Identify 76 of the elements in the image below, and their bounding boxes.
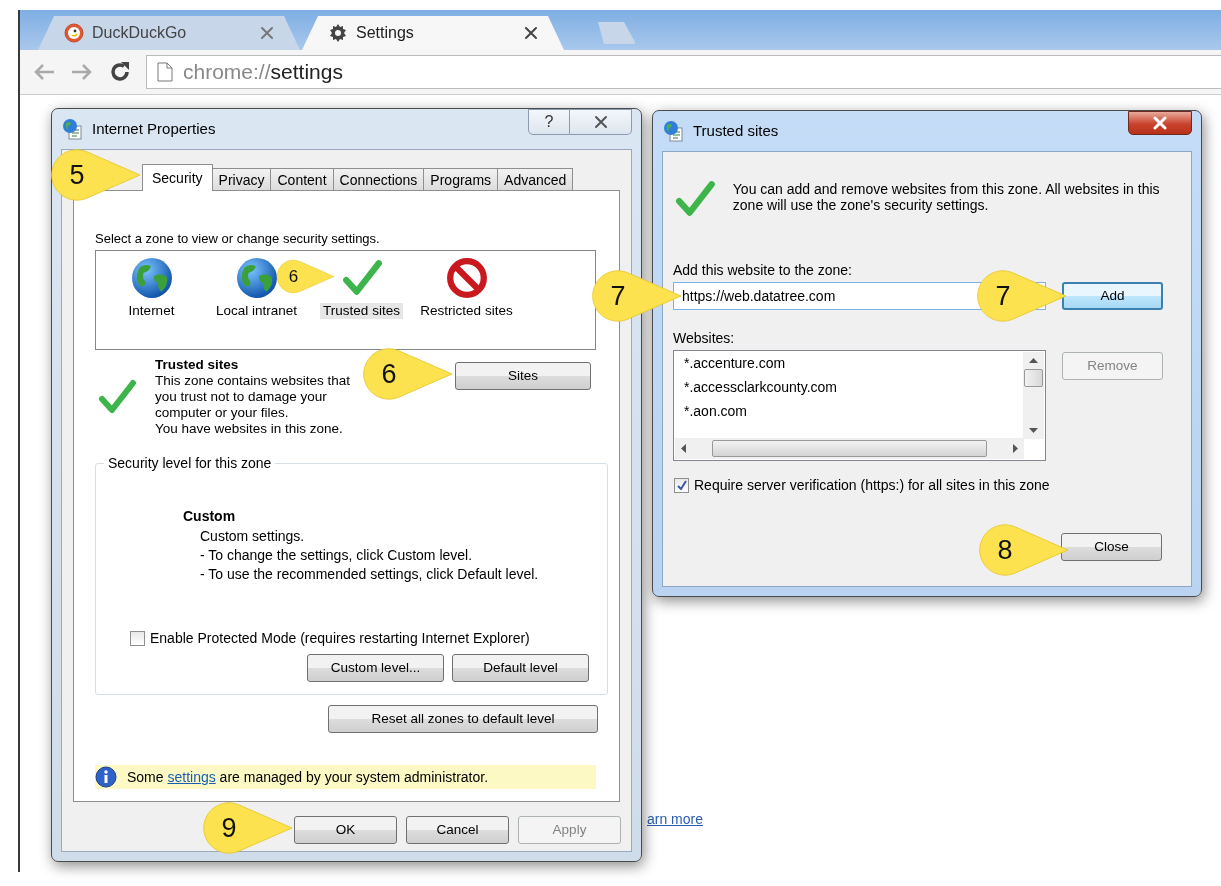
website-item[interactable]: *.aon.com: [674, 399, 1045, 423]
zone-label[interactable]: Restricted sites: [417, 303, 516, 319]
button[interactable]: Add: [1062, 282, 1163, 310]
intro-text: You can add and remove websites from this zone. All websites in this zone will use the zone's security settings.: [732, 181, 1161, 215]
step-callout: 6: [276, 258, 334, 294]
dialog-tab[interactable]: Privacy: [211, 168, 272, 190]
horizontal-scrollbar[interactable]: [675, 438, 1024, 459]
button[interactable]: Sites: [455, 362, 591, 390]
gear-icon: [328, 23, 348, 43]
website-item[interactable]: *.accessclarkcounty.com: [674, 375, 1045, 399]
close-icon: [592, 115, 609, 129]
browser-tab[interactable]: Settings: [302, 16, 564, 50]
checkbox-label: Enable Protected Mode (requires restarting Internet Explorer): [150, 630, 530, 646]
step-callout: 6: [362, 347, 452, 401]
no-entry-icon[interactable]: [445, 257, 488, 299]
scroll-right-icon[interactable]: [1013, 444, 1018, 453]
step-callout: 7: [976, 269, 1066, 323]
button[interactable]: Default level: [452, 654, 589, 682]
window-title: Internet Properties: [92, 121, 216, 137]
checkbox[interactable]: [674, 477, 689, 493]
level-description: - To use the recommended settings, click Default level.: [200, 565, 540, 584]
globe-icon[interactable]: [130, 257, 173, 299]
level-description: - To change the settings, click Custom level.: [200, 546, 474, 565]
button[interactable]: Cancel: [406, 816, 509, 844]
zone-label[interactable]: Internet: [125, 303, 178, 319]
tab-close-button[interactable]: [524, 26, 538, 40]
globe-document-icon: [62, 118, 84, 140]
zone-label[interactable]: Local intranet: [212, 303, 301, 319]
button[interactable]: Close: [1061, 533, 1162, 561]
vertical-scrollbar[interactable]: [1023, 352, 1044, 439]
button[interactable]: OK: [294, 816, 397, 844]
zone-label[interactable]: Trusted sites: [320, 303, 403, 319]
browser-tab[interactable]: DuckDuckGo: [38, 16, 300, 50]
scroll-thumb[interactable]: [1024, 368, 1043, 387]
button[interactable]: Custom level...: [307, 654, 444, 682]
zone-description: This zone contains websites that you trust not to damage your computer or your files.: [155, 373, 352, 421]
checkmark-icon: [676, 479, 687, 491]
level-description: Custom settings.: [200, 527, 306, 546]
page-icon: [157, 62, 173, 82]
field-label: Add this website to the zone:: [673, 262, 853, 278]
close-icon: [1152, 116, 1168, 130]
checkbox-label: Require server verification (https:) for all sites in this zone: [694, 477, 1050, 493]
globe-document-icon: [663, 120, 685, 142]
reload-button[interactable]: [108, 60, 132, 84]
zone-prompt: Select a zone to view or change security settings.: [95, 231, 381, 247]
info-message: Some settings are managed by your system administrator.: [127, 769, 489, 785]
dialog-tab[interactable]: Advanced: [497, 168, 574, 190]
website-item[interactable]: *.accenture.com: [674, 351, 1045, 375]
close-button[interactable]: [1128, 111, 1192, 135]
button[interactable]: Reset all zones to default level: [328, 705, 598, 733]
zone-note: You have websites in this zone.: [155, 421, 344, 437]
learn-more-link[interactable]: arn more: [647, 811, 704, 827]
scroll-up-icon[interactable]: [1029, 358, 1038, 363]
step-callout: 5: [50, 148, 140, 202]
address-bar[interactable]: chrome://settings: [146, 55, 1221, 89]
duck-favicon-icon: [64, 23, 84, 43]
window-title: Trusted sites: [693, 123, 779, 139]
checkbox[interactable]: [130, 630, 145, 646]
dialog-tab[interactable]: Connections: [332, 168, 425, 190]
settings-link[interactable]: settings: [167, 769, 216, 785]
info-icon: [95, 766, 117, 788]
step-callout: 8: [978, 523, 1068, 577]
dialog-tab[interactable]: Security: [142, 164, 213, 191]
close-button[interactable]: [570, 109, 632, 135]
level-name: Custom: [183, 508, 237, 524]
step-callout: 9: [202, 801, 292, 855]
dialog-tab[interactable]: Content: [270, 168, 334, 190]
group-label: Security level for this zone: [104, 455, 276, 471]
globe-icon[interactable]: [235, 257, 278, 299]
field-label: Websites:: [673, 330, 736, 346]
help-button[interactable]: ?: [528, 109, 570, 135]
zone-title: Trusted sites: [155, 357, 240, 373]
scroll-thumb[interactable]: [712, 440, 987, 457]
scroll-down-icon[interactable]: [1029, 428, 1038, 433]
scroll-left-icon[interactable]: [681, 444, 686, 453]
dialog-tab[interactable]: Programs: [423, 168, 499, 190]
